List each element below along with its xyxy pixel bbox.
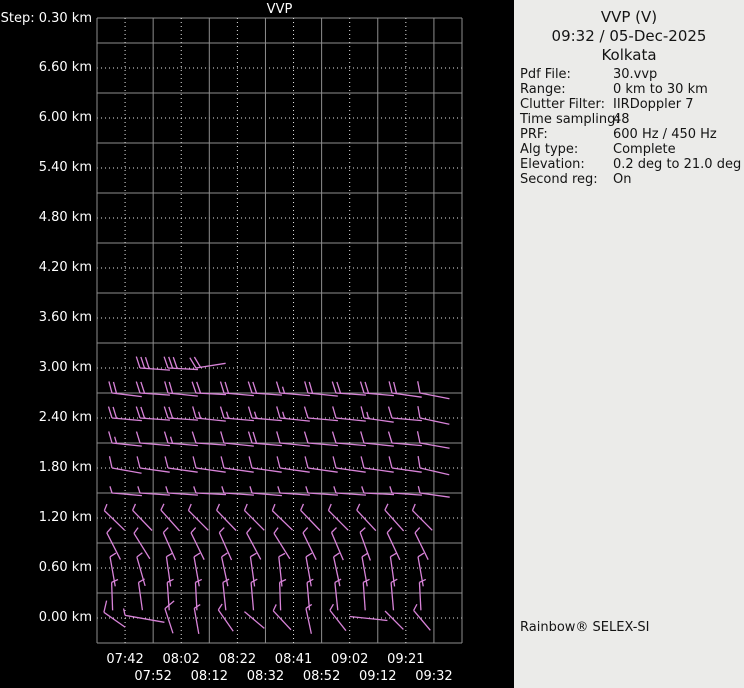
vvp-window: Step: 0.30 km VVP 6.60 km 6.00 km 5.40 km 4… (0, 0, 744, 688)
wind-barb-plot (96, 17, 463, 644)
parameter-row: Clutter Filter: IIRDoppler 7 (514, 97, 744, 112)
x-axis-tick-label: 08:12 (190, 669, 229, 684)
parameter-row: Second reg: On (514, 172, 744, 187)
x-axis-tick-label: 09:32 (415, 669, 453, 684)
parameter-value: On (613, 172, 632, 187)
y-axis-label: 6.60 km (38, 60, 92, 75)
info-panel: VVP (V) 09:32 / 05-Dec-2025 Kolkata Pdf … (514, 0, 744, 688)
parameter-row: Range: 0 km to 30 km (514, 82, 744, 97)
y-axis-label: 2.40 km (38, 410, 92, 425)
y-axis-label: 1.20 km (38, 510, 92, 525)
wind-profile-chart: Step: 0.30 km VVP 6.60 km 6.00 km 5.40 km 4… (0, 0, 514, 688)
parameter-label: Clutter Filter: (520, 97, 605, 112)
parameter-label: Alg type: (520, 142, 579, 157)
parameter-label: Time sampling: (520, 112, 620, 127)
product-title: VVP (V) (600, 8, 658, 26)
y-axis-label: 5.40 km (38, 160, 92, 175)
x-axis-tick-label: 08:02 (162, 652, 200, 667)
parameter-row: Alg type: Complete (514, 142, 744, 157)
parameter-value: 600 Hz / 450 Hz (613, 127, 717, 142)
x-axis-tick-label: 09:12 (359, 669, 397, 684)
y-axis-label: 6.00 km (38, 110, 92, 125)
parameter-value: 0.2 deg to 21.0 deg (613, 157, 742, 172)
parameter-list: Pdf File: 30.vvp Range: 0 km to 30 km Clutte… (514, 67, 744, 187)
parameter-value: Complete (613, 142, 676, 157)
brand-footer: Rainbow® SELEX-SI (520, 620, 650, 635)
product-datetime: 09:32 / 05-Dec-2025 (551, 27, 707, 45)
parameter-value: IIRDoppler 7 (613, 97, 694, 112)
y-axis-label: 1.80 km (38, 460, 92, 475)
parameter-row: Elevation: 0.2 deg to 21.0 deg (514, 157, 744, 172)
parameter-label: PRF: (520, 127, 548, 142)
y-axis-label: 3.00 km (38, 360, 92, 375)
parameter-label: Pdf File: (520, 67, 571, 82)
y-axis-label: 3.60 km (38, 310, 92, 325)
x-axis-tick-label: 08:52 (302, 669, 341, 684)
y-axis-label: 0.00 km (38, 610, 92, 625)
parameter-value: 30.vvp (613, 67, 658, 82)
panel-header: VVP (V) 09:32 / 05-Dec-2025 Kolkata (514, 0, 744, 65)
step-label: Step: 0.30 km (0, 11, 92, 26)
x-axis-tick-label: 09:21 (387, 652, 425, 667)
x-axis-tick-label: 08:22 (218, 652, 257, 667)
parameter-row: Time sampling: 48 (514, 112, 744, 127)
parameter-value: 0 km to 30 km (613, 82, 708, 97)
plot-title: VVP (266, 2, 293, 17)
site-name: Kolkata (601, 46, 657, 64)
x-axis-tick-label: 07:42 (106, 652, 144, 667)
y-axis-label: 4.20 km (38, 260, 92, 275)
parameter-row: Pdf File: 30.vvp (514, 67, 744, 82)
x-axis-tick-label: 09:02 (330, 652, 369, 667)
parameter-row: PRF: 600 Hz / 450 Hz (514, 127, 744, 142)
parameter-value: 48 (613, 112, 630, 127)
y-axis-label: 4.80 km (38, 210, 92, 225)
parameter-label: Range: (520, 82, 566, 97)
parameter-label: Second reg: (520, 172, 598, 187)
x-axis-tick-label: 08:41 (274, 652, 313, 667)
x-axis-tick-label: 07:52 (134, 669, 172, 684)
x-axis-tick-label: 08:32 (246, 669, 285, 684)
y-axis-label: 0.60 km (38, 560, 92, 575)
parameter-label: Elevation: (520, 157, 585, 172)
